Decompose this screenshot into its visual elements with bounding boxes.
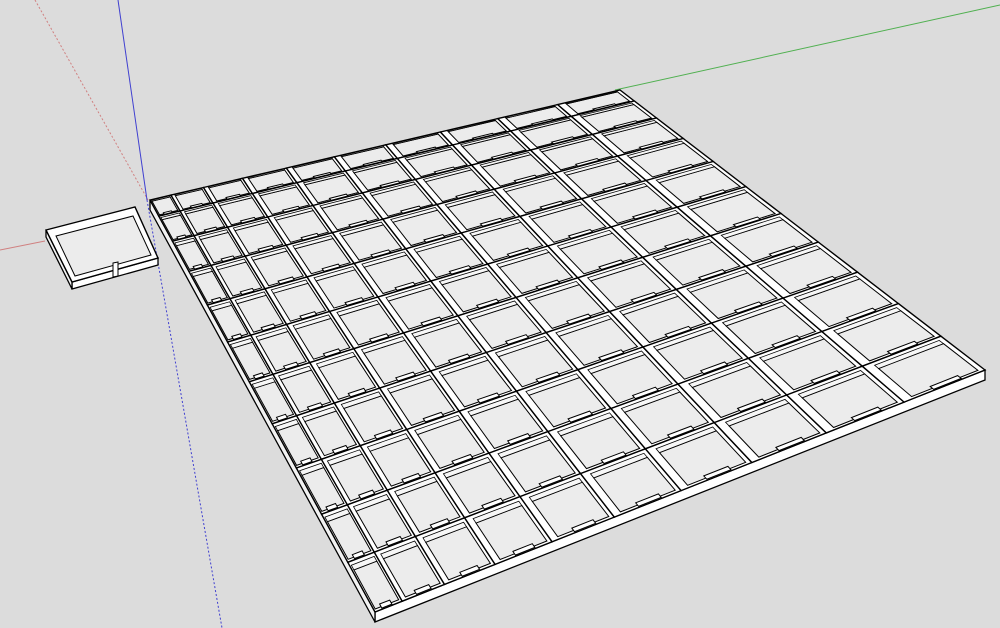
green-axis-line (614, 4, 1000, 91)
tray-grid-model[interactable] (148, 89, 987, 623)
single-tray-model[interactable] (44, 206, 159, 290)
red-axis-line (34, 0, 149, 201)
blue-axis-line (117, 0, 148, 201)
red-axis-line-solid (0, 240, 46, 251)
modeling-viewport[interactable] (0, 0, 1000, 628)
single-tray-clip[interactable] (112, 261, 119, 278)
